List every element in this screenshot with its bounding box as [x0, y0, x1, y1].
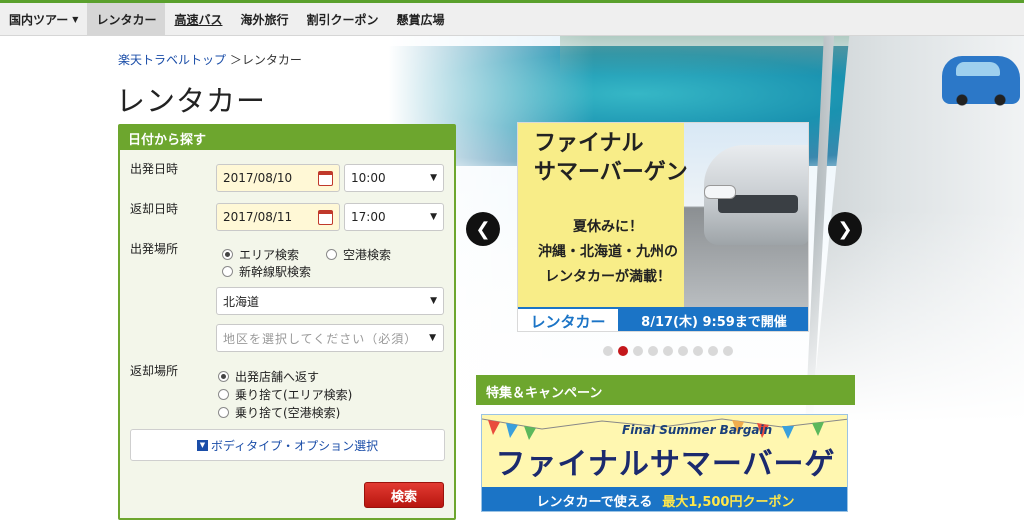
depart-date-value: 2017/08/10	[223, 171, 293, 185]
radio-dot[interactable]	[218, 389, 229, 400]
return-time-value: 17:00	[351, 210, 386, 224]
body-type-options-toggle[interactable]: ▼ ボディタイプ・オプション選択	[130, 429, 445, 461]
search-panel: 日付から探す 出発日時 2017/08/10 10:00 ▼ 返却日時 2017…	[118, 124, 456, 520]
depart-time-select[interactable]: 10:00 ▼	[344, 164, 444, 192]
breadcrumb-current: レンタカー	[241, 53, 302, 67]
banner-foot-right: 最大1,500円クーポン	[662, 494, 795, 510]
carousel-dot[interactable]	[648, 346, 658, 356]
carousel-dot[interactable]	[708, 346, 718, 356]
return-date-value: 2017/08/11	[223, 210, 293, 224]
nav-item-sweepstakes[interactable]: 懸賞広場	[388, 3, 454, 35]
breadcrumb-home-link[interactable]: 楽天トラベルトップ	[118, 53, 226, 67]
slide-period: 8/17(木) 9:59まで開催	[618, 307, 808, 331]
calendar-icon[interactable]	[318, 170, 333, 186]
options-link-label: ボディタイプ・オプション選択	[210, 438, 379, 453]
radio-dot[interactable]	[222, 266, 233, 277]
nav-item-label: 国内ツアー	[9, 12, 69, 27]
region-placeholder: 地区を選択してください（必須）	[223, 331, 418, 346]
depart-place-label: 出発場所	[130, 242, 179, 256]
radio-airport-search[interactable]: 空港検索	[326, 246, 391, 263]
page-title: レンタカー	[116, 84, 267, 118]
radio-label: 出発店舗へ返す	[235, 370, 320, 384]
depart-datetime-label: 出発日時	[130, 162, 179, 176]
nav-item-domestic-tour[interactable]: 国内ツアー ▼	[0, 3, 87, 35]
banner-foot-left: レンタカーで使える	[536, 494, 653, 510]
radio-label: 乗り捨て(エリア検索)	[235, 388, 353, 402]
radio-dot[interactable]	[218, 407, 229, 418]
slide-footer: レンタカー 8/17(木) 9:59まで開催	[518, 307, 808, 331]
depart-date-field[interactable]: 2017/08/10	[216, 164, 340, 192]
campaign-banner[interactable]: Final Summer Bargain ファイナルサマーバーゲン レンタカーで…	[481, 414, 848, 512]
chevron-down-icon: ▼	[430, 296, 437, 306]
return-time-select[interactable]: 17:00 ▼	[344, 203, 444, 231]
radio-return-airport[interactable]: 乗り捨て(空港検索)	[218, 404, 340, 421]
slide-title: ファイナル サマーバーゲン	[534, 131, 688, 185]
radio-dot[interactable]	[326, 249, 337, 260]
radio-return-same-store[interactable]: 出発店舗へ返す	[218, 368, 319, 385]
radio-label: エリア検索	[239, 248, 300, 262]
chevron-down-icon: ▼	[72, 14, 79, 24]
radio-area-search[interactable]: エリア検索	[222, 246, 299, 263]
nav-item-coupon[interactable]: 割引クーポン	[297, 3, 387, 35]
prefecture-select[interactable]: 北海道 ▼	[216, 287, 444, 315]
nav-item-rental-car[interactable]: レンタカー	[87, 3, 166, 35]
nav-item-label: 懸賞広場	[396, 12, 445, 27]
nav-item-label: 海外旅行	[240, 12, 289, 27]
radio-dot[interactable]	[218, 371, 229, 382]
carousel-dot[interactable]	[603, 346, 613, 356]
search-panel-heading: 日付から探す	[120, 126, 454, 150]
banner-footer: レンタカーで使える 最大1,500円クーポン	[482, 487, 847, 511]
carousel-dot[interactable]	[663, 346, 673, 356]
carousel-dot[interactable]	[618, 346, 628, 356]
chevron-down-icon: ▼	[430, 212, 437, 222]
radio-station-search[interactable]: 新幹線駅検索	[222, 263, 311, 280]
chevron-down-icon: ▼	[429, 333, 437, 343]
region-select[interactable]: 地区を選択してください（必須） ▼	[216, 324, 444, 352]
prefecture-value: 北海道	[223, 294, 260, 309]
carousel-dot[interactable]	[678, 346, 688, 356]
carousel-slide[interactable]: ファイナル サマーバーゲン 夏休みに！ 沖縄・北海道・九州の レンタカーが満載！…	[517, 122, 809, 332]
nav-item-label: 高速バス	[174, 12, 223, 27]
radio-label: 乗り捨て(空港検索)	[235, 406, 341, 420]
return-date-field[interactable]: 2017/08/11	[216, 203, 340, 231]
slide-label: レンタカー	[518, 307, 618, 331]
campaign-heading: 特集＆キャンペーン	[476, 375, 855, 405]
expand-icon: ▼	[196, 439, 208, 451]
nav-item-overseas[interactable]: 海外旅行	[231, 3, 297, 35]
calendar-icon[interactable]	[318, 209, 333, 225]
slide-subtitle: 夏休みに！ 沖縄・北海道・九州の レンタカーが満載！	[538, 219, 678, 285]
search-button[interactable]: 検索	[364, 482, 444, 508]
slide-car-image	[704, 145, 808, 245]
banner-english-title: Final Summer Bargain	[622, 423, 773, 437]
radio-return-area[interactable]: 乗り捨て(エリア検索)	[218, 386, 352, 403]
radio-label: 新幹線駅検索	[239, 265, 312, 279]
carousel-dot[interactable]	[723, 346, 733, 356]
breadcrumb: 楽天トラベルトップ ＞レンタカー	[118, 51, 302, 68]
carousel-dot[interactable]	[693, 346, 703, 356]
carousel-dot[interactable]	[633, 346, 643, 356]
radio-label: 空港検索	[343, 248, 392, 262]
breadcrumb-separator: ＞	[229, 53, 242, 67]
nav-item-label: レンタカー	[96, 12, 157, 27]
top-nav: 国内ツアー ▼ レンタカー 高速バス 海外旅行 割引クーポン 懸賞広場	[0, 0, 1024, 36]
nav-item-label: 割引クーポン	[306, 12, 379, 27]
depart-time-value: 10:00	[351, 171, 386, 185]
chevron-down-icon: ▼	[430, 173, 437, 183]
carousel-dots	[603, 346, 733, 356]
return-datetime-label: 返却日時	[130, 202, 179, 216]
nav-item-highway-bus[interactable]: 高速バス	[165, 3, 231, 35]
carousel-next-button[interactable]: ❯	[828, 212, 862, 246]
return-place-label: 返却場所	[130, 364, 179, 378]
carousel-prev-button[interactable]: ❮	[466, 212, 500, 246]
radio-dot[interactable]	[222, 249, 233, 260]
